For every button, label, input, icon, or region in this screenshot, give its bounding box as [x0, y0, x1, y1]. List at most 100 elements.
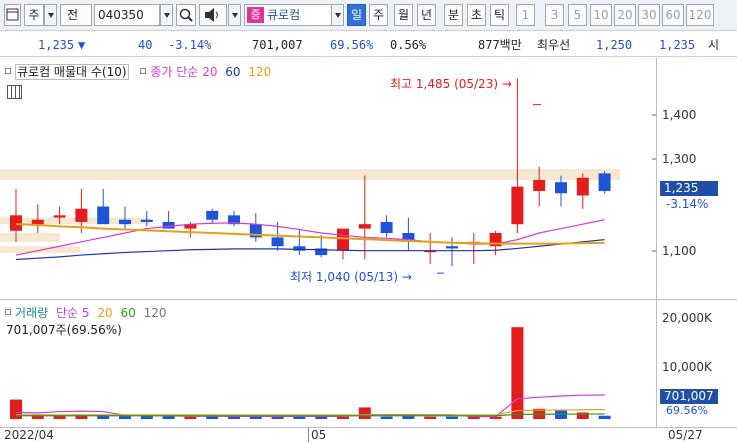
ma60-legend: 60 — [225, 65, 241, 79]
high-annotation: 최고 1,485 (05/23) → — [390, 77, 512, 91]
vol-y-tick: 10,000K — [662, 360, 712, 374]
period-button-year[interactable]: 년 — [417, 4, 436, 26]
volume-bar — [228, 416, 240, 419]
market-badge: 증 — [247, 7, 264, 23]
vol-y-tick: 20,000K — [662, 311, 712, 325]
volume-profile-band — [0, 233, 60, 242]
price-pane-title: 큐로컴 매물대 수(10) — [15, 64, 129, 80]
candle-body — [511, 186, 524, 225]
interval-button-30[interactable]: 30 — [638, 4, 660, 26]
low-annotation-text: 최저 1,040 (05/13) — [290, 270, 399, 284]
vol-ma-label: 단순 — [55, 306, 79, 320]
candle-body — [53, 215, 66, 218]
period-button-tick[interactable]: 틱 — [490, 4, 509, 26]
best-quote-label: 최우선 — [537, 38, 571, 52]
vol-ma60-legend: 60 — [120, 306, 136, 320]
change-arrow: ▼ — [78, 38, 86, 52]
low-annotation: 최저 1,040 (05/13) → — [290, 270, 412, 284]
high-annotation-text: 최고 1,485 (05/23) — [390, 77, 499, 91]
candle-body — [337, 228, 349, 251]
vol-ma120-legend: 120 — [143, 306, 167, 320]
candle-body — [271, 237, 284, 247]
window-icon[interactable] — [4, 4, 21, 26]
volume-bar — [511, 327, 524, 419]
candle-body — [206, 210, 219, 220]
volume-value-label: 701,007주(69.56%) — [6, 323, 122, 337]
period-button-minute[interactable]: 분 — [444, 4, 463, 26]
stock-code-dropdown[interactable] — [160, 4, 173, 26]
volume-bar — [184, 416, 197, 419]
volume-bar — [598, 415, 611, 419]
toolbar: 주 전 040350 증 큐로컴 일 주 월 년 분 초 틱 1 3 5 10 … — [0, 0, 737, 31]
volume-bar — [446, 416, 458, 419]
best-ask: 1,250 — [596, 38, 633, 52]
market-label: 시 — [708, 38, 720, 52]
stock-code-input[interactable]: 040350 — [94, 4, 160, 26]
stock-name: 큐로컴 — [267, 8, 301, 22]
current-price: 1,235 — [38, 38, 75, 52]
magnifier-icon[interactable] — [176, 4, 196, 26]
chart-type-dropdown[interactable] — [44, 4, 57, 26]
stock-name-field[interactable]: 증 큐로컴 — [244, 4, 344, 26]
volume-bar — [358, 407, 371, 419]
market-select[interactable]: 전 — [60, 4, 92, 26]
x-label-start: 2022/04 — [4, 428, 54, 442]
price-legend: 큐로컴 매물대 수(10) 종가 단순 20 60 120 — [5, 63, 271, 80]
candle-body — [446, 246, 458, 249]
period-button-second[interactable]: 초 — [467, 4, 486, 26]
volume-bar — [424, 416, 437, 419]
speaker-icon[interactable] — [199, 4, 227, 26]
candle-body — [555, 182, 567, 194]
period-button-week[interactable]: 주 — [369, 4, 388, 26]
speaker-glyph — [205, 8, 218, 22]
volume-profile-band — [0, 246, 80, 253]
magnifier-glyph — [179, 8, 193, 22]
x-label-last: 05/27 — [668, 428, 703, 442]
candle-body — [10, 215, 22, 231]
interval-button-60[interactable]: 60 — [662, 4, 684, 26]
candle-body — [140, 219, 153, 222]
candle-body — [162, 221, 175, 229]
volume: 701,007 — [252, 38, 303, 52]
current-price-label: 1,235 — [660, 181, 718, 196]
calendar-icon[interactable] — [7, 85, 22, 99]
volume-legend: 거래량 단순 5 20 60 120 — [5, 304, 166, 321]
candle-body — [31, 219, 44, 225]
volume-profile-band — [0, 168, 620, 180]
interval-button-10[interactable]: 10 — [590, 4, 612, 26]
candle-body — [576, 177, 589, 196]
volume-bar — [555, 410, 567, 419]
interval-button-5[interactable]: 5 — [568, 4, 587, 26]
window-icon-glyph — [6, 8, 19, 21]
interval-button-120[interactable]: 120 — [686, 4, 714, 26]
current-volume-label: 701,007 — [660, 389, 718, 404]
interval-button-1[interactable]: 1 — [516, 4, 535, 26]
volume-bar — [380, 416, 393, 419]
ma-label: 종가 단순 — [150, 65, 199, 79]
period-button-month[interactable]: 월 — [394, 4, 413, 26]
period-button-day[interactable]: 일 — [347, 4, 366, 26]
speaker-dropdown[interactable] — [228, 4, 241, 26]
y-tick: 1,100 — [662, 244, 697, 258]
candle-body — [598, 173, 611, 192]
legend-square — [140, 68, 147, 74]
price-chart[interactable] — [0, 58, 656, 300]
legend-square — [5, 309, 11, 315]
y-tick: 1,300 — [662, 152, 697, 166]
ma-line-120 — [15, 223, 605, 245]
candle-body — [97, 206, 110, 225]
trade-amount: 877백만 — [478, 38, 522, 52]
candle-body — [533, 180, 546, 192]
current-volume-rate: 69.56% — [666, 404, 708, 417]
y-tick: 1,400 — [662, 108, 697, 122]
candle-body — [358, 224, 371, 229]
interval-button-20[interactable]: 20 — [614, 4, 636, 26]
volume-title: 거래량 — [15, 306, 49, 320]
stock-name-dropdown[interactable] — [331, 4, 344, 26]
legend-square — [5, 68, 11, 74]
interval-button-3[interactable]: 3 — [545, 4, 564, 26]
volume-bar — [249, 416, 262, 419]
change-rate: -3.14% — [168, 38, 212, 52]
chart-type-select[interactable]: 주 — [24, 4, 44, 26]
vol-ma5-legend: 5 — [81, 306, 90, 320]
